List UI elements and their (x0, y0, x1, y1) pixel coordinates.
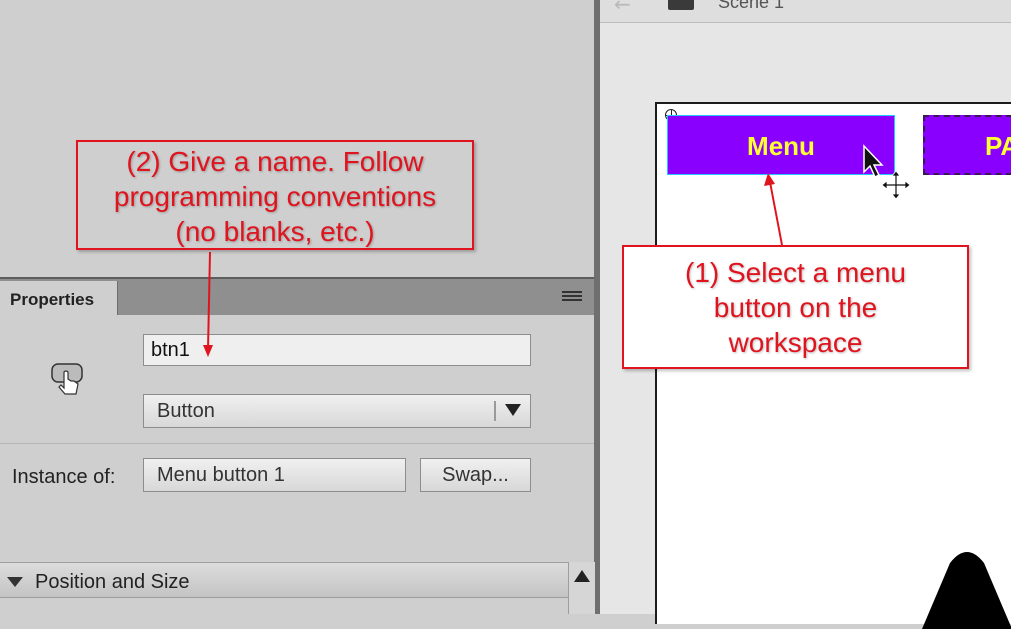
menu-button-instance[interactable]: Menu (667, 115, 895, 175)
annotation-step2-line: programming conventions (113, 181, 437, 212)
collapse-triangle-icon[interactable] (7, 577, 23, 587)
symbol-type-select[interactable]: Button (143, 394, 531, 428)
back-arrow-icon[interactable]: ← (614, 0, 631, 14)
scene-icon (668, 0, 694, 10)
properties-scrollbar[interactable] (568, 562, 595, 614)
scene-bar: ← Scene 1 (600, 0, 1011, 23)
tab-properties[interactable]: Properties (0, 281, 118, 315)
annotation-step1-line: button on the (713, 292, 878, 323)
annotation-step1-line: workspace (728, 327, 863, 358)
annotation-step2-line: (no blanks, etc.) (175, 216, 375, 247)
annotation-step1: (1) Select a menu button on the workspac… (622, 245, 969, 369)
annotation-step2: (2) Give a name. Follow programming conv… (76, 140, 474, 250)
swap-button[interactable]: Swap... (420, 458, 531, 492)
position-and-size-section[interactable]: Position and Size (0, 562, 568, 598)
symbol-type-value: Button (157, 400, 215, 422)
stage-black-shape[interactable] (922, 549, 1011, 629)
properties-divider (0, 443, 594, 444)
scroll-up-icon[interactable] (574, 570, 590, 582)
position-section-label: Position and Size (35, 571, 190, 593)
select-separator (494, 401, 496, 421)
button-symbol-icon (51, 363, 83, 395)
move-cursor-icon (881, 170, 911, 200)
panel-menu-icon[interactable] (562, 291, 582, 305)
properties-tabbar: Properties (0, 277, 594, 315)
instance-of-label: Instance of: (12, 466, 116, 488)
instance-of-field: Menu button 1 (143, 458, 406, 492)
chevron-down-icon[interactable] (505, 404, 521, 416)
scene-label: Scene 1 (718, 0, 785, 12)
second-button-instance[interactable]: PA (923, 115, 1011, 175)
annotation-step2-line: (2) Give a name. Follow (126, 146, 424, 177)
annotation-step1-line: (1) Select a menu (685, 257, 906, 288)
instance-name-input[interactable]: btn1 (143, 334, 531, 366)
